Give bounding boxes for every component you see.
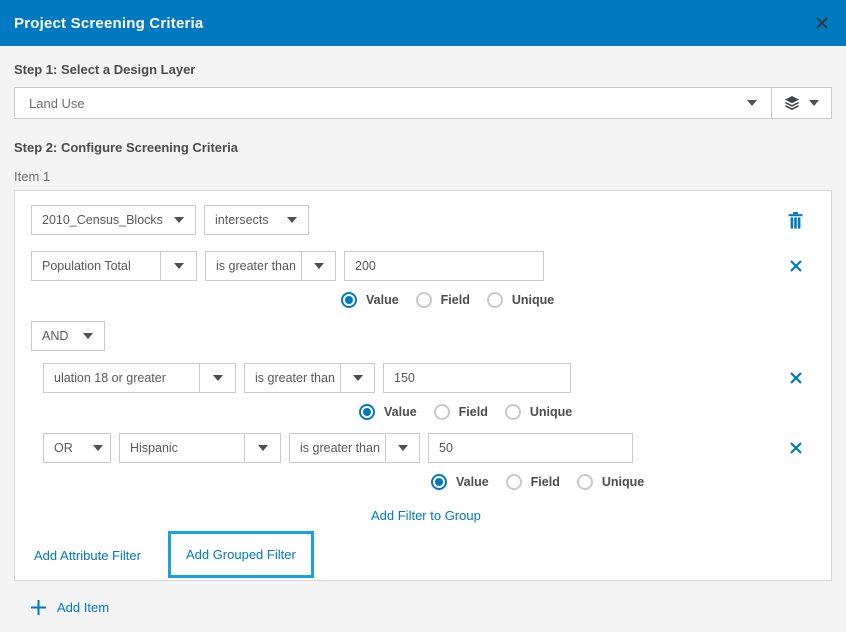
item-panel: 2010_Census_Blocks intersects (14, 190, 832, 581)
chevron-down-icon (276, 206, 308, 234)
target-layer-row: 2010_Census_Blocks intersects (31, 205, 817, 235)
filter2-value-input[interactable] (383, 363, 571, 393)
design-layer-value: Land Use (15, 96, 85, 111)
filter3-radio-field[interactable]: Field (506, 474, 560, 490)
group-logic-row: AND (31, 321, 817, 351)
project-screening-criteria-dialog: Project Screening Criteria Step 1: Selec… (0, 0, 846, 632)
filter3-operator-select[interactable]: is greater than (289, 433, 420, 463)
remove-filter1-button[interactable] (789, 259, 803, 273)
add-grouped-filter-link[interactable]: Add Grouped Filter (186, 547, 296, 562)
filter1-radio-field[interactable]: Field (416, 292, 470, 308)
chevron-down-icon (340, 364, 374, 392)
add-filter-to-group-link[interactable]: Add Filter to Group (371, 508, 481, 523)
dialog-header: Project Screening Criteria (0, 0, 846, 46)
item-footer-links: Add Attribute Filter Add Grouped Filter (31, 531, 817, 580)
x-icon (789, 371, 803, 385)
filter2-operator-select[interactable]: is greater than (244, 363, 375, 393)
dialog-content: Step 1: Select a Design Layer Land Use S… (0, 46, 846, 632)
add-item-button[interactable]: Add Item (30, 599, 832, 616)
radio-icon (359, 404, 375, 420)
remove-filter2-button[interactable] (789, 371, 803, 385)
filter1-field-select[interactable]: Population Total (31, 251, 197, 281)
filter3-value-input[interactable] (428, 433, 633, 463)
dialog-title: Project Screening Criteria (14, 15, 203, 32)
chevron-down-icon (733, 88, 771, 118)
radio-icon (434, 404, 450, 420)
filter3-field-select[interactable]: Hispanic (119, 433, 281, 463)
item-label: Item 1 (14, 169, 832, 184)
chevron-down-icon (72, 322, 104, 350)
filter1-value-input[interactable] (344, 251, 544, 281)
spatial-relation-select[interactable]: intersects (204, 205, 309, 235)
close-button[interactable] (814, 15, 830, 31)
radio-icon (487, 292, 503, 308)
chevron-down-icon (163, 206, 195, 234)
x-icon (789, 259, 803, 273)
x-icon (814, 15, 830, 31)
chevron-down-icon (244, 434, 280, 462)
filter2-value-type-radios: Value Field Unique (359, 403, 817, 421)
filter2-radio-unique[interactable]: Unique (505, 404, 572, 420)
chevron-down-icon (160, 252, 196, 280)
layers-icon (784, 95, 800, 111)
x-icon (789, 441, 803, 455)
filter3-logic-select[interactable]: OR (43, 433, 111, 463)
attribute-filter-row-1: Population Total is greater than (31, 251, 817, 281)
delete-item-button[interactable] (788, 212, 803, 229)
filter1-radio-value[interactable]: Value (341, 292, 399, 308)
filter2-radio-value[interactable]: Value (359, 404, 417, 420)
grouped-filter-row-1: ulation 18 or greater is greater than (31, 363, 817, 393)
radio-icon (416, 292, 432, 308)
radio-icon (506, 474, 522, 490)
radio-icon (431, 474, 447, 490)
layer-options-button[interactable] (771, 88, 831, 118)
filter2-radio-field[interactable]: Field (434, 404, 488, 420)
step2-label: Step 2: Configure Screening Criteria (14, 140, 832, 155)
chevron-down-icon (385, 434, 419, 462)
filter3-value-type-radios: Value Field Unique (431, 473, 817, 491)
tutorial-highlight-box: Add Grouped Filter (168, 531, 314, 578)
add-item-label: Add Item (57, 600, 109, 615)
radio-icon (505, 404, 521, 420)
filter3-radio-unique[interactable]: Unique (577, 474, 644, 490)
filter3-radio-value[interactable]: Value (431, 474, 489, 490)
chevron-down-icon (809, 100, 819, 106)
filter1-radio-unique[interactable]: Unique (487, 292, 554, 308)
add-attribute-filter-link[interactable]: Add Attribute Filter (34, 548, 141, 563)
target-layer-select[interactable]: 2010_Census_Blocks (31, 205, 196, 235)
group-logic-select[interactable]: AND (31, 321, 105, 351)
remove-filter3-button[interactable] (789, 441, 803, 455)
chevron-down-icon (86, 434, 110, 462)
radio-icon (577, 474, 593, 490)
plus-icon (30, 599, 47, 616)
filter1-operator-select[interactable]: is greater than (205, 251, 336, 281)
trash-icon (788, 212, 803, 229)
filter2-field-select[interactable]: ulation 18 or greater (43, 363, 236, 393)
chevron-down-icon (301, 252, 335, 280)
chevron-down-icon (199, 364, 235, 392)
grouped-filter-row-2: OR Hispanic is greater than (31, 433, 817, 463)
radio-icon (341, 292, 357, 308)
step1-label: Step 1: Select a Design Layer (14, 62, 832, 77)
filter1-value-type-radios: Value Field Unique (341, 291, 817, 309)
add-filter-to-group-row: Add Filter to Group (371, 507, 817, 524)
design-layer-select[interactable]: Land Use (14, 87, 832, 119)
